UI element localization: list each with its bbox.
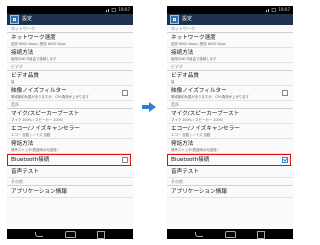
settings-row-title: 発話方法 (11, 141, 34, 147)
settings-row-title: ビデオ品質 (11, 73, 39, 79)
back-icon[interactable] (195, 232, 203, 237)
settings-row-summary: 音声スイッチ(発話時のみ送信) (171, 148, 218, 152)
settings-row[interactable]: ビデオ品質高 (7, 71, 133, 86)
category-header: その他 (7, 178, 133, 186)
navigation-bar (7, 229, 133, 239)
settings-row-summary: 帯域節約効果がありますが、CPU負荷が上がります (11, 95, 90, 99)
settings-row-title: アプリケーション情報 (11, 188, 67, 195)
action-bar: 設定 (7, 14, 133, 25)
category-header: ビデオ (7, 63, 133, 71)
settings-row[interactable]: アプリケーション情報 (167, 186, 293, 198)
settings-row[interactable]: 映像ノイズフィルター 帯域節約効果がありますが、CPU負荷が上がります (7, 86, 133, 101)
settings-row-summary: 送信 6000 kbps / 受信 6000 kbps (11, 42, 66, 46)
settings-row-summary: マイク 100% / スピーカー 100% (11, 118, 63, 122)
settings-row[interactable]: ビデオ品質高 (167, 71, 293, 86)
settings-row-title: ネットワーク速度 (171, 35, 216, 41)
settings-row[interactable]: 発話方法 音声スイッチ(発話時のみ送信) (167, 139, 293, 154)
phone-before: 19:07 設定 ネットワーク ネットワーク速度 送信 6000 kbps / 受信… (7, 6, 133, 239)
status-bar: 19:07 (167, 6, 293, 14)
settings-row[interactable]: Bluetooth接続 (7, 154, 133, 166)
settings-row[interactable]: マイク/スピーカーブースト マイク 100% / スピーカー 100% (167, 109, 293, 124)
signal-battery-icon (266, 8, 276, 12)
checkbox[interactable] (282, 90, 288, 96)
settings-row[interactable]: 音声テスト (7, 166, 133, 178)
category-header: ビデオ (167, 63, 293, 71)
category-header: ネットワーク (167, 25, 293, 33)
settings-row-title: マイク/スピーカーブースト (11, 111, 80, 117)
status-time: 19:07 (118, 7, 130, 12)
settings-row-summary: 使用のWi-Fi経由で接続します (171, 57, 217, 61)
settings-row[interactable]: 音声テスト (167, 166, 293, 178)
settings-list: ネットワーク ネットワーク速度 送信 6000 kbps / 受信 6000 kbp… (167, 25, 293, 229)
recent-apps-icon[interactable] (97, 231, 105, 239)
settings-row[interactable]: ネットワーク速度 送信 6000 kbps / 受信 6000 kbps (7, 33, 133, 48)
settings-row[interactable]: マイク/スピーカーブースト マイク 100% / スピーカー 100% (7, 109, 133, 124)
home-icon[interactable] (225, 231, 236, 238)
highlight-box (7, 154, 131, 166)
category-header: ネットワーク (7, 25, 133, 33)
arrow-right-icon (142, 102, 156, 112)
category-header: 音声 (7, 101, 133, 109)
category-header: 音声 (167, 101, 293, 109)
settings-row-summary: マイク 100% / スピーカー 100% (171, 118, 223, 122)
highlight-box (167, 154, 291, 166)
settings-row-title: ビデオ品質 (171, 73, 199, 79)
settings-row-summary: エコー 自動 / ノイズ 自動 (11, 133, 51, 137)
settings-row[interactable]: 発話方法 音声スイッチ(発話時のみ送信) (7, 139, 133, 154)
settings-row-summary: 帯域節約効果がありますが、CPU負荷が上がります (171, 95, 250, 99)
back-icon[interactable] (35, 232, 43, 237)
settings-row[interactable]: エコー/ノイズキャンセラー エコー 自動 / ノイズ 自動 (7, 124, 133, 139)
settings-row[interactable]: 接続方法 使用のWi-Fi経由で接続します (7, 48, 133, 63)
navigation-bar (167, 229, 293, 239)
settings-row-title: 音声テスト (171, 168, 199, 175)
settings-row-summary: 高 (11, 80, 15, 84)
settings-row[interactable]: エコー/ノイズキャンセラー エコー 自動 / ノイズ 自動 (167, 124, 293, 139)
settings-row-title: 映像ノイズフィルター (11, 88, 67, 94)
settings-row-title: エコー/ノイズキャンセラー (11, 126, 80, 132)
settings-row-summary: エコー 自動 / ノイズ 自動 (171, 133, 211, 137)
settings-row-title: 映像ノイズフィルター (171, 88, 227, 94)
settings-row-title: ネットワーク速度 (11, 35, 56, 41)
settings-list: ネットワーク ネットワーク速度 送信 6000 kbps / 受信 6000 kbp… (7, 25, 133, 229)
action-bar: 設定 (167, 14, 293, 25)
settings-row-summary: 音声スイッチ(発話時のみ送信) (11, 148, 58, 152)
settings-row-title: エコー/ノイズキャンセラー (171, 126, 240, 132)
settings-row-title: 接続方法 (11, 50, 34, 56)
home-icon[interactable] (65, 231, 76, 238)
settings-row-title: 発話方法 (171, 141, 194, 147)
settings-row-title: 接続方法 (171, 50, 194, 56)
settings-row[interactable]: 接続方法 使用のWi-Fi経由で接続します (167, 48, 293, 63)
checkbox[interactable] (122, 90, 128, 96)
action-bar-title: 設定 (22, 16, 33, 22)
settings-row[interactable]: Bluetooth接続 (167, 154, 293, 166)
settings-row-title: アプリケーション情報 (171, 188, 227, 195)
settings-row-title: 音声テスト (11, 168, 39, 175)
category-header: その他 (167, 178, 293, 186)
action-bar-title: 設定 (182, 16, 193, 22)
phone-after: 19:07 設定 ネットワーク ネットワーク速度 送信 6000 kbps / 受信… (167, 6, 293, 239)
status-time: 19:07 (278, 7, 290, 12)
settings-row[interactable]: 映像ノイズフィルター 帯域節約効果がありますが、CPU負荷が上がります (167, 86, 293, 101)
settings-row-title: マイク/スピーカーブースト (171, 111, 240, 117)
settings-row[interactable]: アプリケーション情報 (7, 186, 133, 198)
settings-row-summary: 高 (171, 80, 175, 84)
app-icon[interactable] (170, 15, 179, 24)
settings-row-summary: 送信 6000 kbps / 受信 6000 kbps (171, 42, 226, 46)
settings-row-summary: 使用のWi-Fi経由で接続します (11, 57, 57, 61)
settings-row[interactable]: ネットワーク速度 送信 6000 kbps / 受信 6000 kbps (167, 33, 293, 48)
status-bar: 19:07 (7, 6, 133, 14)
app-icon[interactable] (10, 15, 19, 24)
signal-battery-icon (106, 8, 116, 12)
recent-apps-icon[interactable] (257, 231, 265, 239)
